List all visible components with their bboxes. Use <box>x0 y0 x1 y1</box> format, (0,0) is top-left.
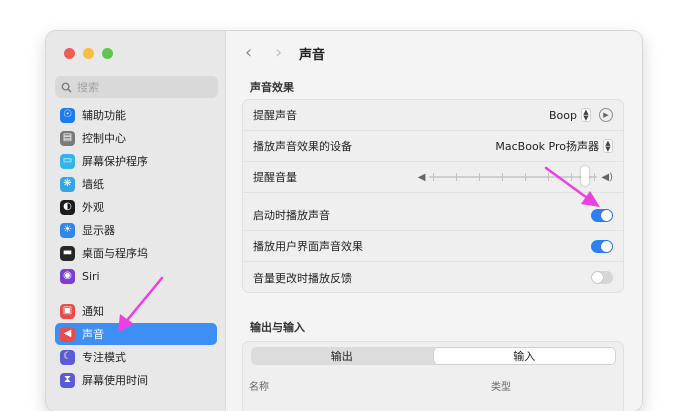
page-title: 声音 <box>299 48 326 63</box>
control-center-icon: ▤ <box>60 130 75 146</box>
output-input-segmented-control: 输出 输入 <box>251 347 616 365</box>
output-input-card: 输出 输入 名称 类型 <box>242 341 624 411</box>
alert-volume-row: 提醒音量 ◀ ◀) <box>243 162 623 193</box>
column-header-name[interactable]: 名称 <box>249 378 269 393</box>
sidebar-item-label: 声音 <box>82 328 104 341</box>
volume-high-icon: ◀) <box>601 171 613 183</box>
sidebar-item-label: 墙纸 <box>82 178 104 191</box>
forward-button[interactable]: › <box>275 42 282 63</box>
sidebar-item-screensaver[interactable]: ▭ 屏幕保护程序 <box>55 150 217 172</box>
startup-sound-label: 启动时播放声音 <box>253 209 330 222</box>
ui-sound-toggle[interactable] <box>591 239 613 253</box>
dock-icon: ▬ <box>60 245 75 261</box>
output-device-row: 播放声音效果的设备 MacBook Pro扬声器 ▲ ▼ <box>243 131 623 162</box>
sidebar-item-label: 桌面与程序坞 <box>82 247 148 260</box>
sidebar-item-focus[interactable]: ☾ 专注模式 <box>55 346 217 368</box>
search-field[interactable]: 搜索 <box>55 76 218 98</box>
sidebar-item-label: 显示器 <box>82 224 115 237</box>
sidebar-item-siri[interactable]: ◉ Siri <box>55 265 217 287</box>
tab-output[interactable]: 输出 <box>251 347 433 365</box>
screen-time-icon: ⧗ <box>60 372 75 388</box>
focus-icon: ☾ <box>60 349 75 365</box>
system-settings-window: 搜索 ☉ 辅助功能 ▤ 控制中心 ▭ 屏幕保护程序 ❋ 墙纸 ◐ 外观 ☀ 显示器 ▬ 桌面与程序坞 ◉ Si… <box>46 31 642 411</box>
output-device-popup[interactable]: MacBook Pro扬声器 <box>495 138 599 154</box>
volume-low-icon: ◀ <box>417 171 426 183</box>
alert-volume-slider[interactable] <box>429 166 598 186</box>
sidebar-item-label: 控制中心 <box>82 132 126 145</box>
output-device-label: 播放声音效果的设备 <box>253 140 352 153</box>
volume-feedback-row: 音量更改时播放反馈 <box>243 262 623 293</box>
wallpaper-icon: ❋ <box>60 176 75 192</box>
sidebar-item-sound[interactable]: ◀ 声音 <box>55 323 217 345</box>
sidebar-item-display[interactable]: ☀ 显示器 <box>55 219 217 241</box>
close-button[interactable] <box>64 48 75 59</box>
popup-chevron-icon[interactable]: ▲ ▼ <box>581 108 591 122</box>
back-button[interactable]: ‹ <box>245 42 252 63</box>
sidebar-item-accessibility[interactable]: ☉ 辅助功能 <box>55 104 217 126</box>
slider-tick <box>479 173 481 181</box>
sidebar-item-label: Siri <box>82 269 100 283</box>
sidebar-item-label: 外观 <box>82 201 104 214</box>
sound-icon: ◀ <box>60 326 75 342</box>
tab-input[interactable]: 输入 <box>433 348 615 364</box>
zoom-button[interactable] <box>102 48 113 59</box>
slider-tick <box>433 173 435 181</box>
main-pane: ‹ › 声音 声音效果 提醒声音 Boop ▲ ▼ ▶ 播放声音效果的设备 Mac… <box>227 31 642 411</box>
sidebar-item-label: 辅助功能 <box>82 109 126 122</box>
slider-tick <box>594 173 596 181</box>
sidebar-item-label: 专注模式 <box>82 351 126 364</box>
sidebar-item-screen-time[interactable]: ⧗ 屏幕使用时间 <box>55 369 217 391</box>
screensaver-icon: ▭ <box>60 153 75 169</box>
sidebar-item-label: 屏幕使用时间 <box>82 374 148 387</box>
toggle-knob <box>592 272 603 283</box>
accessibility-icon: ☉ <box>60 107 75 123</box>
search-icon <box>61 82 72 93</box>
alert-volume-label: 提醒音量 <box>253 171 297 184</box>
appearance-icon: ◐ <box>60 199 75 215</box>
slider-tick <box>548 173 550 181</box>
sidebar: 搜索 ☉ 辅助功能 ▤ 控制中心 ▭ 屏幕保护程序 ❋ 墙纸 ◐ 外观 ☀ 显示器 ▬ 桌面与程序坞 ◉ Si… <box>46 31 226 411</box>
minimize-button[interactable] <box>83 48 94 59</box>
play-icon[interactable]: ▶ <box>599 108 613 122</box>
siri-icon: ◉ <box>60 268 75 284</box>
volume-feedback-label: 音量更改时播放反馈 <box>253 271 352 285</box>
output-input-heading: 输出与输入 <box>250 321 305 334</box>
sidebar-item-label: 通知 <box>82 305 104 318</box>
slider-tick <box>502 173 504 181</box>
notifications-icon: ▣ <box>60 303 75 319</box>
ui-sound-label: 播放用户界面声音效果 <box>253 240 363 253</box>
sound-effects-heading: 声音效果 <box>250 81 294 94</box>
sidebar-item-label: 屏幕保护程序 <box>82 155 148 168</box>
popup-chevron-icon[interactable]: ▲ ▼ <box>603 139 613 153</box>
sidebar-item-wallpaper[interactable]: ❋ 墙纸 <box>55 173 217 195</box>
startup-sound-row: 启动时播放声音 <box>243 200 623 231</box>
volume-feedback-toggle[interactable] <box>591 271 613 284</box>
sidebar-item-notifications[interactable]: ▣ 通知 <box>55 300 217 322</box>
alert-sound-row: 提醒声音 Boop ▲ ▼ ▶ <box>243 100 623 131</box>
slider-knob[interactable] <box>581 166 590 186</box>
search-placeholder: 搜索 <box>77 81 99 94</box>
column-header-type[interactable]: 类型 <box>491 378 511 393</box>
toggle-knob <box>601 240 612 252</box>
slider-tick <box>525 173 527 181</box>
ui-sound-row: 播放用户界面声音效果 <box>243 231 623 262</box>
sidebar-item-dock[interactable]: ▬ 桌面与程序坞 <box>55 242 217 264</box>
slider-tick <box>456 173 458 181</box>
sidebar-item-appearance[interactable]: ◐ 外观 <box>55 196 217 218</box>
alert-sound-label: 提醒声音 <box>253 109 297 122</box>
alert-sound-popup[interactable]: Boop <box>549 109 577 122</box>
slider-tick <box>571 173 573 181</box>
toggle-knob <box>601 209 612 221</box>
sidebar-item-control-center[interactable]: ▤ 控制中心 <box>55 127 217 149</box>
display-icon: ☀ <box>60 222 75 238</box>
sound-effects-card: 提醒声音 Boop ▲ ▼ ▶ 播放声音效果的设备 MacBook Pro扬声器 … <box>242 99 624 293</box>
traffic-lights <box>64 48 113 59</box>
startup-sound-toggle[interactable] <box>591 208 613 222</box>
